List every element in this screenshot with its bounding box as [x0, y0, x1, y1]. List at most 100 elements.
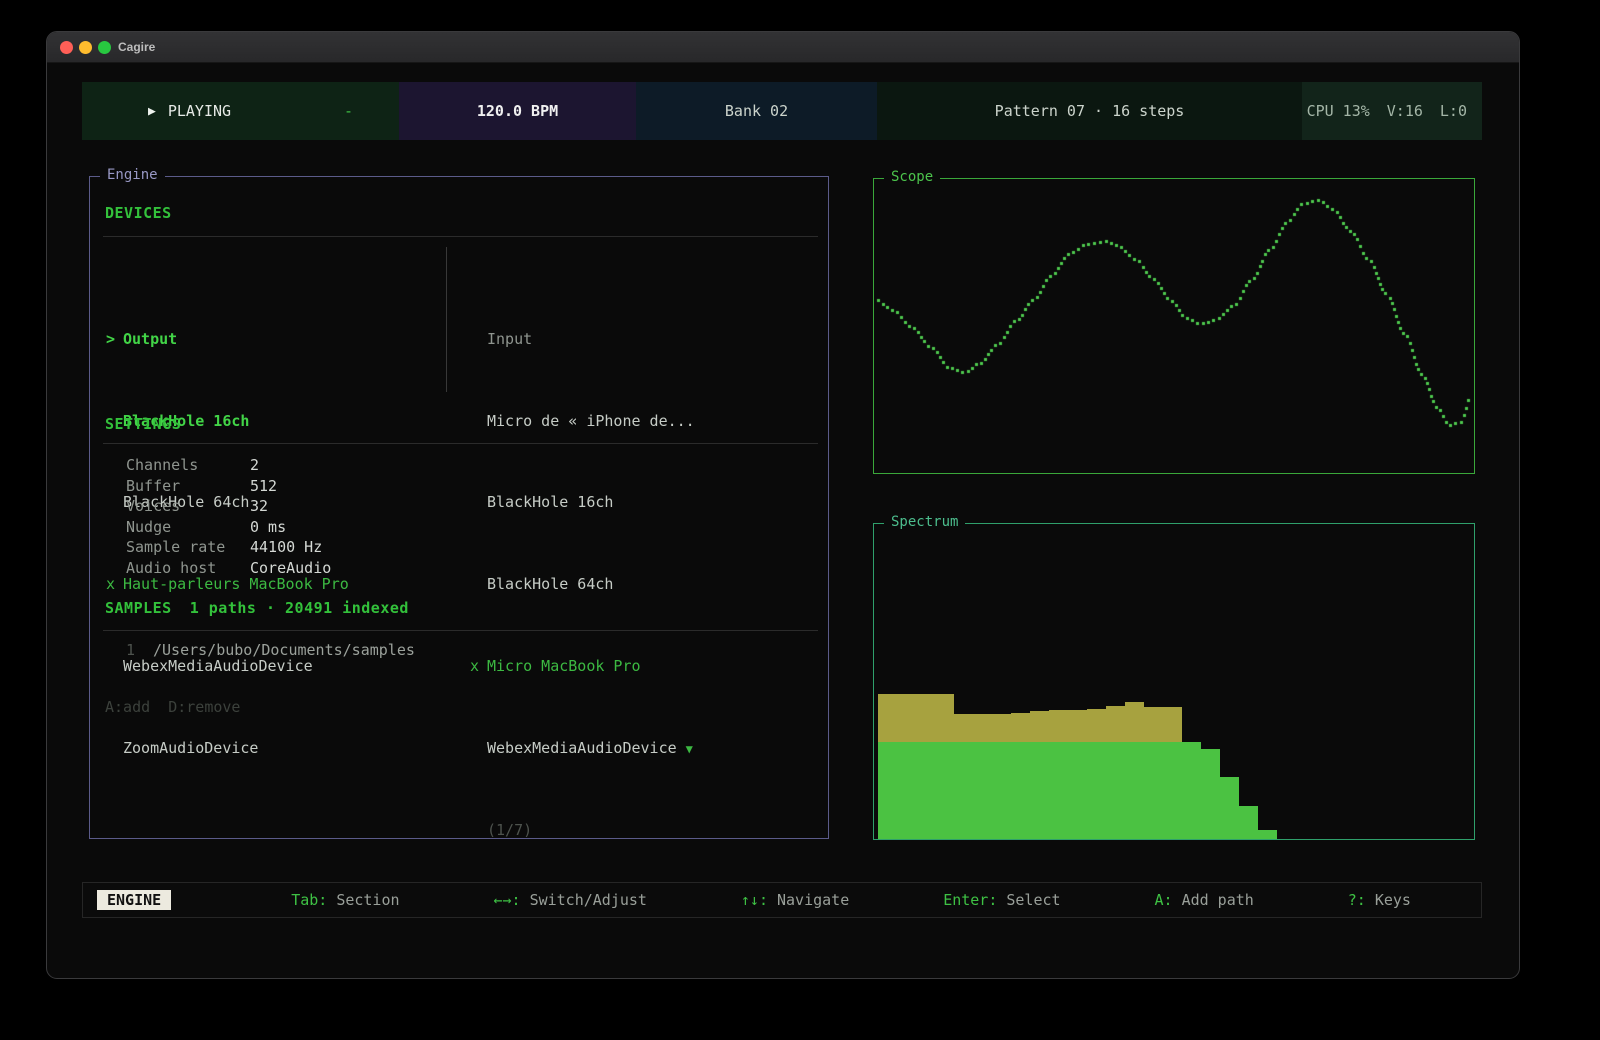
device-name: WebexMediaAudioDevice	[487, 739, 677, 757]
spectrum-bar-level	[1125, 742, 1144, 839]
spectrum-bar-peak	[935, 694, 954, 742]
settings-row[interactable]: Buffer512	[126, 476, 331, 497]
bank-segment: Bank 02	[636, 82, 877, 140]
shortcut-key: ↑↓	[741, 891, 768, 909]
spectrum-bar-level	[916, 742, 935, 839]
device-row[interactable]: >Output	[106, 329, 436, 350]
engine-panel-title: Engine	[100, 167, 165, 183]
device-row[interactable]: (1/7)	[470, 820, 810, 841]
settings-row[interactable]: Channels2	[126, 455, 331, 476]
spectrum-bar	[897, 694, 916, 839]
transport-segment: ▶PLAYING -	[82, 82, 399, 140]
mode-badge: ENGINE	[97, 890, 171, 910]
spectrum-bar-peak	[1011, 713, 1030, 742]
shortcut-label: Select	[1006, 891, 1060, 909]
spectrum-bar	[1068, 710, 1087, 839]
spectrum-bar	[1258, 830, 1277, 839]
device-marker: >	[106, 329, 123, 349]
shortcut-hint: TabSection	[291, 891, 399, 909]
minimize-button[interactable]	[79, 41, 92, 54]
setting-label: Buffer	[126, 476, 250, 497]
transport-dash: -	[344, 102, 353, 120]
pattern-value: Pattern 07 · 16 steps	[995, 102, 1185, 120]
spectrum-bar-level	[1011, 742, 1030, 839]
sample-path-row[interactable]: 1/Users/bubo/Documents/samples	[126, 640, 415, 660]
device-row[interactable]: Input	[470, 329, 810, 350]
spectrum-bar	[954, 714, 973, 839]
spectrum-bar-peak	[973, 714, 992, 742]
spectrum-bar	[992, 714, 1011, 839]
spectrum-bar-peak	[1106, 706, 1125, 742]
device-row[interactable]: Micro de « iPhone de...	[470, 411, 810, 432]
footer-bar: ENGINE TabSection ←→Switch/Adjust ↑↓Navi…	[82, 882, 1482, 918]
spectrum-bar-peak	[1087, 709, 1106, 742]
device-name: ZoomAudioDevice	[123, 739, 258, 757]
spectrum-bar	[1144, 707, 1163, 839]
settings-row[interactable]: Sample rate44100 Hz	[126, 537, 331, 558]
spectrum-bar	[1087, 709, 1106, 839]
spectrum-bar-level	[897, 742, 916, 839]
spectrum-bar-peak	[1030, 711, 1049, 742]
settings-row[interactable]: Voices32	[126, 496, 331, 517]
samples-title-text: SAMPLES	[105, 599, 172, 617]
device-row[interactable]: BlackHole 64ch	[470, 574, 810, 595]
spectrum-bar-level	[1049, 742, 1068, 839]
cpu-value: CPU 13%	[1307, 102, 1370, 120]
path-value: /Users/bubo/Documents/samples	[153, 641, 415, 659]
input-device-list: Input Micro de « iPhone de... BlackHole …	[470, 248, 810, 881]
spectrum-bar	[916, 694, 935, 839]
shortcut-key: ?	[1348, 891, 1366, 909]
spectrum-bar-level	[1201, 749, 1220, 839]
setting-value: 44100 Hz	[250, 538, 322, 556]
spectrum-bar-level	[1144, 742, 1163, 839]
shortcut-key: ←→	[493, 891, 520, 909]
spectrum-bar	[935, 694, 954, 839]
device-row[interactable]: BlackHole 16ch	[470, 492, 810, 513]
settings-row[interactable]: Nudge0 ms	[126, 517, 331, 538]
spectrum-bar-peak	[954, 714, 973, 742]
spectrum-bar	[1030, 711, 1049, 839]
shortcut-label: Section	[336, 891, 399, 909]
devices-section-title: DEVICES	[105, 204, 172, 222]
setting-label: Nudge	[126, 517, 250, 538]
spectrum-bar	[973, 714, 992, 839]
spectrum-bar	[1163, 707, 1182, 839]
close-button[interactable]	[60, 41, 73, 54]
setting-value: 2	[250, 456, 259, 474]
maximize-button[interactable]	[98, 41, 111, 54]
device-marker: x	[470, 656, 487, 676]
bpm-segment: 120.0 BPM	[399, 82, 636, 140]
spectrum-bar-level	[935, 742, 954, 839]
spectrum-panel-title: Spectrum	[884, 514, 965, 530]
spectrum-bar-level	[1068, 742, 1087, 839]
status-bar: ▶PLAYING - 120.0 BPM Bank 02 Pattern 07 …	[82, 82, 1482, 140]
shortcut-label: Navigate	[777, 891, 849, 909]
devices-separator	[103, 236, 818, 237]
shortcut-hint: ?Keys	[1348, 891, 1411, 909]
device-name: Output	[123, 330, 177, 348]
device-row[interactable]: xMicro MacBook Pro	[470, 656, 810, 677]
cpu-segment: CPU 13% V:16 L:0	[1302, 82, 1482, 140]
window-title: Cagire	[118, 40, 155, 54]
spectrum-bar	[878, 694, 897, 839]
samples-key-hints: A:add D:remove	[105, 698, 240, 716]
spectrum-bar	[1106, 706, 1125, 839]
spectrum-bar-peak	[1163, 707, 1182, 742]
transport-state: ▶PLAYING	[148, 102, 231, 120]
shortcut-label: Add path	[1182, 891, 1254, 909]
desktop: Cagire ▶PLAYING - 120.0 BPM Bank 02 Patt…	[0, 0, 1600, 1040]
spectrum-bar-level	[973, 742, 992, 839]
device-columns-divider	[446, 247, 447, 392]
device-row[interactable]: ZoomAudioDevice	[106, 738, 436, 759]
spectrum-bar	[1220, 777, 1239, 839]
shortcut-hint: EnterSelect	[943, 891, 1060, 909]
settings-row[interactable]: Audio hostCoreAudio	[126, 558, 331, 579]
device-row[interactable]: WebexMediaAudioDevice▼	[470, 738, 810, 759]
setting-label: Sample rate	[126, 537, 250, 558]
setting-label: Audio host	[126, 558, 250, 579]
samples-summary: 1 paths · 20491 indexed	[190, 599, 409, 617]
settings-separator	[103, 443, 818, 444]
spectrum-bar-level	[1239, 806, 1258, 839]
transport-label: PLAYING	[168, 102, 231, 120]
settings-section-title: SETTINGS	[105, 415, 181, 433]
